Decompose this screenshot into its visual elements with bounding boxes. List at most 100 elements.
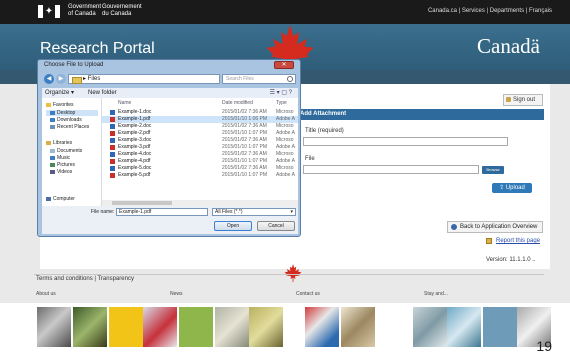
navigation-pane: Favorites Desktop Downloads Recent Place… <box>42 98 102 206</box>
dialog-toolbar: Organize ▾ New folder ☰ ▾ ▢ ? <box>42 88 298 98</box>
organize-menu[interactable]: Organize ▾ <box>45 88 74 98</box>
nav-videos-label: Videos <box>57 169 73 175</box>
file-row[interactable]: Example-2.doc 2015/01/02 7:36 AM Microso <box>102 123 298 130</box>
file-row[interactable]: Example-3.pdf 2015/01/10 1:07 PM Adobe A <box>102 144 298 151</box>
strip-photo-insect <box>73 307 107 347</box>
government-name-line2: of Canada <box>68 11 96 17</box>
dialog-close-button[interactable]: ✕ <box>274 61 294 69</box>
nav-documents-label: Documents <box>57 148 83 154</box>
music-icon <box>50 155 55 160</box>
strip-white-block-2 <box>377 307 411 347</box>
column-header-name[interactable]: Name <box>118 100 131 106</box>
file-date: 2015/01/02 7:36 AM <box>222 165 267 171</box>
star-icon <box>46 102 51 107</box>
chevron-down-icon: ▾ <box>290 209 293 215</box>
address-row: ◀ ▶ ▸ Files Search Files <box>44 74 296 85</box>
sign-out-button[interactable]: Sign out <box>503 94 543 106</box>
canada-wordmark: Canadä <box>477 34 540 58</box>
file-list: Name Date modified Type Example-1.doc 201… <box>102 98 298 206</box>
footer-section-news[interactable]: News <box>170 291 183 297</box>
search-placeholder: Search Files <box>226 76 254 82</box>
choose-file-dialog: Choose File to Upload ✕ ◀ ▶ ▸ Files Sear… <box>37 59 301 237</box>
file-row[interactable]: Example-5.doc 2015/01/02 7:36 AM Microso <box>102 165 298 172</box>
nav-computer[interactable]: Computer <box>46 196 75 202</box>
government-name-line1: Government <box>68 4 102 10</box>
nav-computer-label: Computer <box>53 196 75 202</box>
column-header-type[interactable]: Type <box>276 100 287 106</box>
file-name: Example-1.pdf <box>118 116 151 122</box>
strip-photo-flag <box>143 307 177 347</box>
nav-pictures[interactable]: Pictures <box>46 162 75 168</box>
nav-pictures-label: Pictures <box>57 162 76 168</box>
file-row-selected[interactable]: Example-1.pdf 2015/01/10 1:06 PM Adobe A <box>102 116 298 123</box>
strip-photo-sketch <box>341 307 375 347</box>
file-name: Example-3.pdf <box>118 144 151 150</box>
nav-music[interactable]: Music <box>46 155 70 161</box>
title-label: Title (required) <box>305 128 344 134</box>
gov-nav-links[interactable]: Canada.ca | Services | Departments | Fra… <box>428 8 552 14</box>
nav-videos[interactable]: Videos <box>46 169 72 175</box>
word-document-icon <box>110 138 115 143</box>
upload-button[interactable]: ⇪ Upload <box>492 183 532 193</box>
view-options-icon[interactable]: ☰ ▾ ▢ ? <box>270 88 292 98</box>
file-input[interactable] <box>303 165 479 174</box>
nav-documents[interactable]: Documents <box>46 148 82 154</box>
file-type-filter-select[interactable]: All Files (*.*) ▾ <box>212 208 296 216</box>
file-date: 2015/01/10 1:07 PM <box>222 130 268 136</box>
browse-button[interactable]: Browse <box>482 166 504 174</box>
file-row[interactable]: Example-5.pdf 2015/01/10 1:07 PM Adobe A <box>102 172 298 179</box>
file-type: Microso <box>276 137 294 143</box>
gouvernement-name-line2: du Canada <box>102 11 132 17</box>
search-icon <box>287 76 293 82</box>
file-type: Adobe A <box>276 172 295 178</box>
footer-maple-leaf-icon <box>284 264 302 282</box>
cancel-button[interactable]: Cancel <box>257 221 295 231</box>
filter-value: All Files (*.*) <box>215 209 243 215</box>
scrollbar-thumb[interactable] <box>112 201 172 205</box>
column-header-date[interactable]: Date modified <box>222 100 253 106</box>
strip-photo-eye <box>37 307 71 347</box>
nav-desktop[interactable]: Desktop <box>46 110 98 116</box>
back-to-overview-button[interactable]: Back to Application Overview <box>447 221 543 233</box>
pdf-file-icon <box>110 173 115 178</box>
desktop-icon <box>50 110 55 115</box>
footer-divider <box>34 274 544 275</box>
new-folder-button[interactable]: New folder <box>88 88 117 98</box>
file-name-input[interactable]: Example-1.pdf <box>116 208 208 216</box>
file-row[interactable]: Example-2.pdf 2015/01/10 1:07 PM Adobe A <box>102 130 298 137</box>
nav-recent-places-label: Recent Places <box>57 124 90 130</box>
government-name-fr: Gouvernement du Canada <box>102 4 142 18</box>
file-row[interactable]: Example-1.doc 2015/01/02 7:36 AM Microso <box>102 109 298 116</box>
pdf-file-icon <box>110 117 115 122</box>
upload-label: Upload <box>505 185 525 191</box>
computer-icon <box>46 196 51 201</box>
file-type: Microso <box>276 165 294 171</box>
strip-photo-circuit <box>413 307 447 347</box>
recent-places-icon <box>50 124 55 129</box>
file-row[interactable]: Example-3.doc 2015/01/02 7:36 AM Microso <box>102 137 298 144</box>
report-icon <box>486 238 492 244</box>
nav-recent-places[interactable]: Recent Places <box>46 124 89 130</box>
footer-section-contact[interactable]: Contact us <box>296 291 320 297</box>
address-bar[interactable]: ▸ Files <box>68 74 220 84</box>
nav-favorites[interactable]: Favorites <box>46 102 74 108</box>
nav-libraries[interactable]: Libraries <box>46 140 72 146</box>
footer-links[interactable]: Terms and conditions | Transparency <box>36 276 134 282</box>
footer-section-stay[interactable]: Stay and... <box>424 291 448 297</box>
footer-section-about[interactable]: About us <box>36 291 56 297</box>
file-date: 2015/01/10 1:06 PM <box>222 116 268 122</box>
back-arrow-icon[interactable]: ◀ <box>44 74 54 84</box>
search-files-input[interactable]: Search Files <box>222 74 296 84</box>
forward-arrow-icon[interactable]: ▶ <box>56 74 66 84</box>
file-date: 2015/01/02 7:36 AM <box>222 123 267 129</box>
file-row[interactable]: Example-4.doc 2015/01/02 7:36 AM Microso <box>102 151 298 158</box>
open-button[interactable]: Open <box>214 221 252 231</box>
nav-downloads[interactable]: Downloads <box>46 117 82 123</box>
file-row[interactable]: Example-4.pdf 2015/01/10 1:07 PM Adobe A <box>102 158 298 165</box>
file-date: 2015/01/10 1:07 PM <box>222 144 268 150</box>
title-input[interactable] <box>303 137 508 146</box>
file-date: 2015/01/10 1:07 PM <box>222 158 268 164</box>
word-document-icon <box>110 166 115 171</box>
report-page-link[interactable]: Report this page <box>496 238 540 244</box>
strip-green-block <box>179 307 213 347</box>
